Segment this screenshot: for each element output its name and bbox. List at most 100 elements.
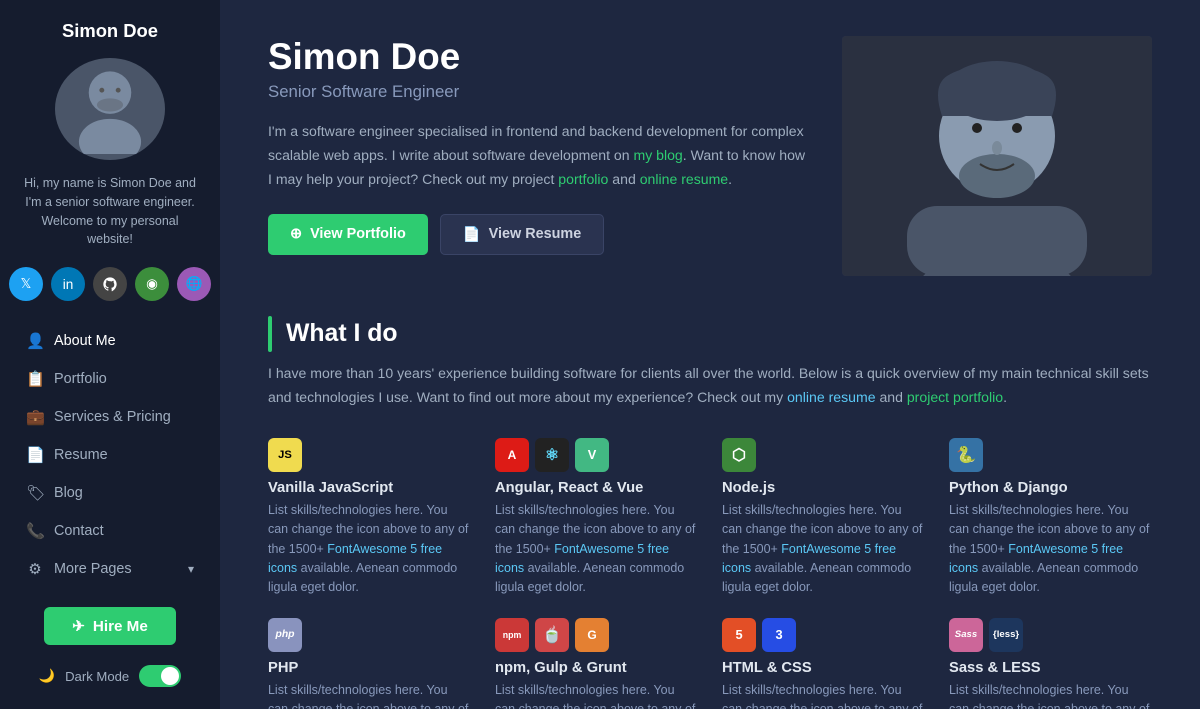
skill-desc-html: List skills/technologies here. You can c…	[722, 681, 925, 709]
sidebar-item-contact-label: Contact	[54, 523, 104, 539]
hero-text: Simon Doe Senior Software Engineer I'm a…	[268, 36, 810, 255]
social-npm-icon[interactable]: ◉	[135, 267, 169, 301]
skill-desc-npm: List skills/technologies here. You can c…	[495, 681, 698, 709]
sidebar-item-contact[interactable]: 📞 Contact	[12, 513, 208, 549]
skill-name-node: Node.js	[722, 480, 925, 496]
sidebar-item-resume-label: Resume	[54, 447, 108, 463]
skills-section-title: What I do	[286, 320, 398, 348]
skill-name-npm: npm, Gulp & Grunt	[495, 660, 698, 676]
hire-me-icon: ✈	[72, 617, 85, 635]
portfolio-link[interactable]: portfolio	[558, 171, 608, 187]
social-github-icon[interactable]	[93, 267, 127, 301]
portfolio-btn-icon: ⊕	[290, 226, 302, 242]
sidebar-item-more[interactable]: ⚙ More Pages ▾	[12, 551, 208, 587]
skill-card-arv: A ⚛ V Angular, React & Vue List skills/t…	[495, 438, 698, 598]
skill-card-html: 5 3 HTML & CSS List skills/technologies …	[722, 618, 925, 709]
skill-icons-js: JS	[268, 438, 471, 472]
resume-link[interactable]: online resume	[640, 171, 728, 187]
hero-buttons: ⊕ View Portfolio 📄 View Resume	[268, 214, 810, 255]
dark-mode-icon: 🌙	[39, 668, 55, 684]
skill-name-php: PHP	[268, 660, 471, 676]
blog-link[interactable]: my blog	[633, 147, 682, 163]
resume-btn-label: View Resume	[489, 226, 582, 242]
skill-icons-php: php	[268, 618, 471, 652]
skill-desc-node: List skills/technologies here. You can c…	[722, 501, 925, 598]
blog-icon: 🏷	[26, 484, 44, 502]
portfolio-btn-label: View Portfolio	[310, 226, 406, 242]
fa-link-js[interactable]: FontAwesome 5 free icons	[268, 542, 442, 575]
sidebar-item-about-label: About Me	[54, 333, 116, 349]
fa-link-python[interactable]: FontAwesome 5 free icons	[949, 542, 1123, 575]
site-title: Simon Doe	[62, 20, 158, 42]
view-portfolio-button[interactable]: ⊕ View Portfolio	[268, 214, 428, 255]
hire-me-button[interactable]: ✈ Hire Me	[44, 607, 176, 645]
section-title-wrap: What I do	[268, 316, 1152, 352]
social-icons: 𝕏 in ◉ 🌐	[9, 267, 211, 301]
social-twitter-icon[interactable]: 𝕏	[9, 267, 43, 301]
main-content: Simon Doe Senior Software Engineer I'm a…	[220, 0, 1200, 709]
skill-icons-arv: A ⚛ V	[495, 438, 698, 472]
skill-card-php: php PHP List skills/technologies here. Y…	[268, 618, 471, 709]
skill-name-html: HTML & CSS	[722, 660, 925, 676]
services-icon: 💼	[26, 408, 44, 426]
hero-subtitle: Senior Software Engineer	[268, 82, 810, 102]
skill-icons-python: 🐍	[949, 438, 1152, 472]
css3-icon: 3	[762, 618, 796, 652]
social-linkedin-icon[interactable]: in	[51, 267, 85, 301]
view-resume-button[interactable]: 📄 View Resume	[440, 214, 604, 255]
hero-photo	[842, 36, 1152, 276]
skill-name-arv: Angular, React & Vue	[495, 480, 698, 496]
dark-mode-label: Dark Mode	[65, 669, 129, 684]
skill-name-sass: Sass & LESS	[949, 660, 1152, 676]
dark-mode-toggle[interactable]	[139, 665, 181, 687]
sass-icon: Sass	[949, 618, 983, 652]
skill-desc-php: List skills/technologies here. You can c…	[268, 681, 471, 709]
sidebar-item-about[interactable]: 👤 About Me	[12, 323, 208, 359]
skill-icons-node: ⬡	[722, 438, 925, 472]
hire-me-label: Hire Me	[93, 618, 148, 635]
skills-section-desc: I have more than 10 years' experience bu…	[268, 362, 1152, 410]
contact-icon: 📞	[26, 522, 44, 540]
skill-icons-html: 5 3	[722, 618, 925, 652]
resume-btn-icon: 📄	[463, 226, 481, 243]
less-icon: {less}	[989, 618, 1023, 652]
online-resume-link[interactable]: online resume	[787, 389, 875, 405]
skill-name-js: Vanilla JavaScript	[268, 480, 471, 496]
npm-icon: npm	[495, 618, 529, 652]
php-icon: php	[268, 618, 302, 652]
sidebar-bio: Hi, my name is Simon Doe and I'm a senio…	[0, 174, 220, 249]
skill-desc-python: List skills/technologies here. You can c…	[949, 501, 1152, 598]
skill-card-sass: Sass {less} Sass & LESS List skills/tech…	[949, 618, 1152, 709]
skill-desc-sass: List skills/technologies here. You can c…	[949, 681, 1152, 709]
resume-icon: 📄	[26, 446, 44, 464]
avatar	[55, 58, 165, 160]
skill-card-npm: npm 🍵 G npm, Gulp & Grunt List skills/te…	[495, 618, 698, 709]
dark-mode-section: 🌙 Dark Mode	[39, 665, 181, 687]
project-portfolio-link[interactable]: project portfolio	[907, 389, 1003, 405]
angular-icon: A	[495, 438, 529, 472]
gulp-icon: 🍵	[535, 618, 569, 652]
sidebar-item-blog[interactable]: 🏷 Blog	[12, 475, 208, 511]
skill-desc-js: List skills/technologies here. You can c…	[268, 501, 471, 598]
sidebar-item-blog-label: Blog	[54, 485, 83, 501]
more-chevron-icon: ▾	[188, 562, 194, 576]
portfolio-icon: 📋	[26, 370, 44, 388]
fa-link-arv[interactable]: FontAwesome 5 free icons	[495, 542, 669, 575]
sidebar-item-portfolio[interactable]: 📋 Portfolio	[12, 361, 208, 397]
sidebar-item-resume[interactable]: 📄 Resume	[12, 437, 208, 473]
skill-card-js: JS Vanilla JavaScript List skills/techno…	[268, 438, 471, 598]
skills-grid: JS Vanilla JavaScript List skills/techno…	[268, 438, 1152, 709]
about-icon: 👤	[26, 332, 44, 350]
skill-card-node: ⬡ Node.js List skills/technologies here.…	[722, 438, 925, 598]
vue-icon: V	[575, 438, 609, 472]
sidebar-item-services[interactable]: 💼 Services & Pricing	[12, 399, 208, 435]
fa-link-node[interactable]: FontAwesome 5 free icons	[722, 542, 896, 575]
js-icon: JS	[268, 438, 302, 472]
skill-icons-sass: Sass {less}	[949, 618, 1152, 652]
hero-section: Simon Doe Senior Software Engineer I'm a…	[268, 36, 1152, 276]
sidebar-item-services-label: Services & Pricing	[54, 409, 171, 425]
social-globe-icon[interactable]: 🌐	[177, 267, 211, 301]
sidebar: Simon Doe Hi, my name is Simon Doe and I…	[0, 0, 220, 709]
skill-icons-npm: npm 🍵 G	[495, 618, 698, 652]
react-icon: ⚛	[535, 438, 569, 472]
